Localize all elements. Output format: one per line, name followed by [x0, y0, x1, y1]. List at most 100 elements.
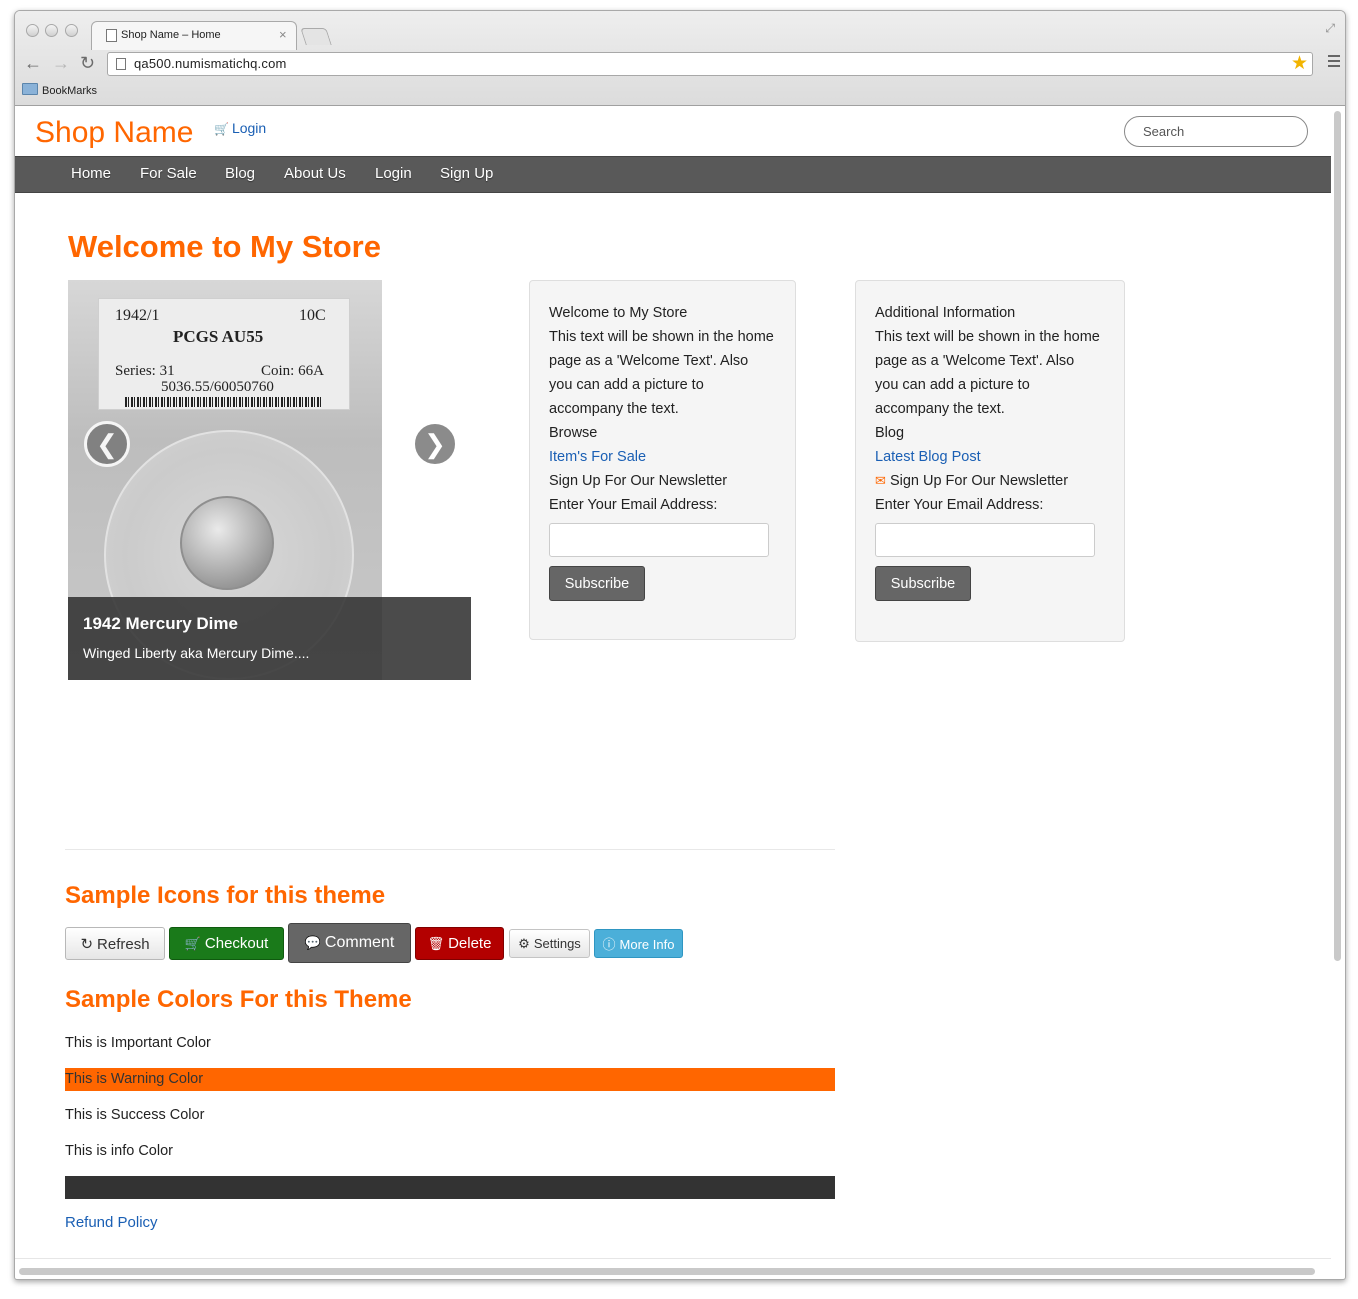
welcome-box-line: accompany the text. [549, 401, 679, 417]
info-box-line: Blog [875, 425, 905, 441]
newsletter-label: ✉ Sign Up For Our Newsletter [875, 469, 1105, 493]
caption-title: 1942 Mercury Dime [83, 614, 238, 633]
bookmark-star-icon[interactable]: ★ [1291, 52, 1308, 75]
welcome-box-line: page as a 'Welcome Text'. Also [549, 353, 749, 369]
email-label: Enter Your Email Address: [549, 497, 718, 513]
newsletter-email-field[interactable] [549, 523, 769, 557]
welcome-box-line: Browse [549, 425, 598, 441]
url-text[interactable]: qa500.numismatichq.com [134, 56, 287, 71]
info-box-line: accompany the text. [875, 401, 1005, 417]
slab-barcode [125, 397, 321, 407]
address-bar[interactable]: qa500.numismatichq.com ★ [107, 52, 1313, 76]
fullscreen-icon[interactable]: ⤢ [1325, 21, 1335, 36]
page-title: Welcome to My Store [68, 229, 381, 264]
browser-chrome: Shop Name – Home × ⤢ ← → ↻ qa500.numisma… [15, 11, 1345, 106]
important-color-row: This is Important Color [65, 1035, 211, 1051]
back-icon[interactable]: ← [24, 53, 42, 74]
settings-label: Settings [533, 935, 581, 951]
carousel-caption: 1942 Mercury Dime Winged Liberty aka Mer… [68, 597, 471, 680]
slab-coin: Coin: 66A [261, 363, 324, 379]
comment-button[interactable]: 💬 Comment [288, 923, 411, 963]
more-info-label: More Info [619, 937, 675, 952]
browser-tab[interactable]: Shop Name – Home × [91, 21, 297, 50]
refresh-button[interactable]: ↻ Refresh [65, 927, 165, 960]
refund-policy-link[interactable]: Refund Policy [65, 1214, 158, 1231]
new-tab-button[interactable] [300, 28, 332, 45]
nav-home[interactable]: Home [71, 165, 111, 182]
refresh-label: Refresh [97, 935, 150, 953]
section-divider [65, 849, 835, 850]
dark-color-bar [65, 1176, 835, 1199]
nav-about-us[interactable]: About Us [284, 165, 346, 182]
page-icon [116, 58, 126, 70]
close-window-button[interactable] [26, 24, 39, 37]
subscribe-button[interactable]: Subscribe [549, 566, 645, 601]
checkout-label: Checkout [204, 935, 269, 952]
reload-icon[interactable]: ↻ [80, 53, 95, 74]
settings-button[interactable]: ⚙ Settings [509, 929, 590, 958]
newsletter-text: Sign Up For Our Newsletter [889, 473, 1069, 489]
email-label: Enter Your Email Address: [875, 497, 1044, 513]
image-carousel: 1942/1 10C PCGS AU55 Series: 31 Coin: 66… [68, 280, 471, 680]
refresh-icon: ↻ [80, 935, 94, 953]
slab-grade: PCGS AU55 [173, 327, 264, 346]
shop-name-logo[interactable]: Shop Name [35, 116, 193, 150]
more-info-button[interactable]: ⓘ More Info [594, 929, 683, 958]
tab-close-icon[interactable]: × [279, 27, 287, 42]
nav-for-sale[interactable]: For Sale [140, 165, 197, 182]
header-login-link[interactable]: 🛒 Login [214, 120, 266, 136]
nav-blog[interactable]: Blog [225, 165, 255, 182]
horizontal-scrollbar[interactable] [19, 1268, 1315, 1275]
envelope-icon: ✉ [875, 473, 886, 488]
bookmark-folder-label[interactable]: BookMarks [42, 85, 97, 97]
carousel-next-button[interactable]: ❯ [412, 421, 458, 467]
carousel-prev-button[interactable]: ❮ [84, 421, 130, 467]
info-box-line: This text will be shown in the home [875, 329, 1100, 345]
checkout-button[interactable]: 🛒 Checkout [169, 927, 284, 960]
success-color-row: This is Success Color [65, 1107, 205, 1123]
zoom-window-button[interactable] [65, 24, 78, 37]
info-box-line: Additional Information [875, 305, 1016, 321]
bookmarks-bar: BookMarks [22, 83, 97, 97]
minimize-window-button[interactable] [45, 24, 58, 37]
info-box: Additional Information This text will be… [855, 280, 1125, 642]
subscribe-button[interactable]: Subscribe [875, 566, 971, 601]
web-page: Shop Name 🛒Login Home For Sale Blog Abou… [15, 106, 1331, 1266]
comment-icon: 💬 [304, 935, 321, 950]
forward-icon[interactable]: → [52, 53, 70, 74]
trash-icon: 🗑 [427, 936, 445, 951]
browser-menu-icon[interactable] [1328, 55, 1340, 70]
welcome-box: Welcome to My Store This text will be sh… [529, 280, 796, 640]
warning-color-row: This is Warning Color [65, 1068, 835, 1091]
browser-window: Shop Name – Home × ⤢ ← → ↻ qa500.numisma… [14, 10, 1346, 1280]
nav-sign-up[interactable]: Sign Up [440, 165, 493, 182]
delete-label: Delete [448, 935, 492, 952]
login-label: Login [231, 120, 267, 136]
info-box-line: page as a 'Welcome Text'. Also [875, 353, 1075, 369]
icons-heading: Sample Icons for this theme [65, 882, 386, 909]
slab-series: Series: 31 [115, 363, 175, 379]
folder-icon [22, 83, 38, 95]
slab-year: 1942/1 [115, 307, 160, 324]
slab-cert: 5036.55/60050760 [161, 379, 274, 395]
gear-icon: ⚙ [518, 935, 530, 951]
cart-icon: 🛒 [214, 122, 229, 136]
comment-label: Comment [324, 934, 395, 951]
newsletter-label: Sign Up For Our Newsletter [549, 473, 728, 489]
vertical-scrollbar[interactable] [1334, 111, 1341, 961]
tab-title: Shop Name – Home [121, 29, 221, 41]
delete-button[interactable]: 🗑 Delete [415, 927, 504, 960]
slab-denomination: 10C [299, 307, 326, 324]
footer-divider [15, 1258, 1331, 1259]
nav-login[interactable]: Login [375, 165, 412, 182]
main-navbar: Home For Sale Blog About Us Login Sign U… [15, 156, 1331, 193]
colors-heading: Sample Colors For this Theme [65, 986, 412, 1013]
info-box-line: you can add a picture to [875, 377, 1030, 393]
page-icon [106, 29, 117, 42]
items-for-sale-link[interactable]: Item's For Sale [549, 445, 776, 469]
newsletter-email-field[interactable] [875, 523, 1095, 557]
slab-label: 1942/1 10C PCGS AU55 Series: 31 Coin: 66… [98, 298, 350, 410]
info-icon: ⓘ [602, 937, 616, 952]
latest-blog-post-link[interactable]: Latest Blog Post [875, 445, 1105, 469]
search-input[interactable] [1124, 116, 1308, 147]
